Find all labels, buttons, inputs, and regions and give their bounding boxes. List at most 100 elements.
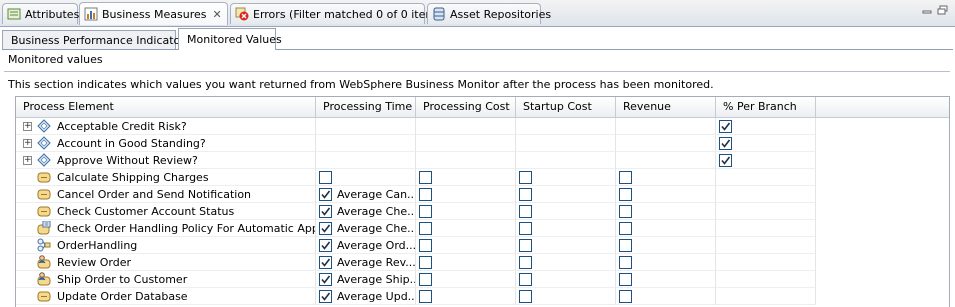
processing-cost-cell xyxy=(416,152,516,169)
per-branch-cell xyxy=(716,152,816,169)
column-header-process-element[interactable]: Process Element xyxy=(16,97,316,117)
per-branch-cell xyxy=(716,186,816,203)
processing-time-checkbox[interactable] xyxy=(319,255,332,269)
startup-cost-checkbox[interactable] xyxy=(519,187,532,201)
startup-cost-checkbox[interactable] xyxy=(519,255,532,269)
revenue-cell xyxy=(616,152,716,169)
section-title: Monitored values xyxy=(8,53,103,66)
close-icon[interactable]: ✕ xyxy=(212,8,221,21)
tab-errors[interactable]: Errors (Filter matched 0 of 0 items) xyxy=(230,3,446,24)
per-branch-checkbox[interactable] xyxy=(719,153,732,167)
table-row[interactable]: + Acceptable Credit Risk? xyxy=(16,118,949,135)
column-header-processing-time[interactable]: Processing Time xyxy=(316,97,416,117)
revenue-cell xyxy=(616,220,716,237)
table-row[interactable]: Review Order Average Rev... xyxy=(16,254,949,271)
revenue-cell xyxy=(616,237,716,254)
minimize-icon[interactable] xyxy=(921,5,933,15)
processing-time-checkbox[interactable] xyxy=(319,238,332,252)
revenue-checkbox[interactable] xyxy=(619,272,632,286)
processing-cost-checkbox[interactable] xyxy=(419,289,432,303)
table-row[interactable]: + Account in Good Standing? xyxy=(16,135,949,152)
processing-time-cell: Average Upd... xyxy=(316,288,416,305)
processing-time-checkbox[interactable] xyxy=(319,170,332,184)
per-branch-checkbox[interactable] xyxy=(719,136,732,150)
table-row[interactable]: + Approve Without Review? xyxy=(16,152,949,169)
tab-asset-repositories[interactable]: Asset Repositories xyxy=(427,3,551,24)
processing-time-checkbox[interactable] xyxy=(319,289,332,303)
process-element-cell: Update Order Database xyxy=(16,288,316,305)
startup-cost-checkbox[interactable] xyxy=(519,289,532,303)
processing-time-checkbox[interactable] xyxy=(319,187,332,201)
tab-attributes[interactable]: Attributes xyxy=(2,3,79,24)
startup-cost-checkbox[interactable] xyxy=(519,204,532,218)
process-element-cell: + Acceptable Credit Risk? xyxy=(16,118,316,135)
processing-time-checkbox[interactable] xyxy=(319,221,332,235)
tab-monitored-values[interactable]: Monitored Values xyxy=(178,28,282,50)
processing-time-cell: Average Rev... xyxy=(316,254,416,271)
process-element-cell: Check Customer Account Status xyxy=(16,203,316,220)
table-row[interactable]: Check Order Handling Policy For Automati… xyxy=(16,220,949,237)
startup-cost-checkbox[interactable] xyxy=(519,170,532,184)
processing-cost-checkbox[interactable] xyxy=(419,187,432,201)
column-header-revenue[interactable]: Revenue xyxy=(616,97,716,117)
revenue-checkbox[interactable] xyxy=(619,170,632,184)
processing-cost-checkbox[interactable] xyxy=(419,272,432,286)
tab-business-performance-indicators[interactable]: Business Performance Indicators xyxy=(2,30,191,49)
decision-icon xyxy=(37,153,51,167)
processing-time-checkbox[interactable] xyxy=(319,272,332,286)
processing-cost-checkbox[interactable] xyxy=(419,255,432,269)
processing-cost-checkbox[interactable] xyxy=(419,221,432,235)
section-description: This section indicates which values you … xyxy=(8,78,714,91)
processing-cost-cell xyxy=(416,118,516,135)
revenue-cell xyxy=(616,203,716,220)
startup-cost-checkbox[interactable] xyxy=(519,272,532,286)
processing-time-cell xyxy=(316,118,416,135)
per-branch-cell xyxy=(716,288,816,305)
revenue-checkbox[interactable] xyxy=(619,221,632,235)
tab-business-measures-label: Business Measures xyxy=(102,7,207,21)
column-header-startup-cost[interactable]: Startup Cost xyxy=(516,97,616,117)
column-header-per-branch[interactable]: % Per Branch xyxy=(716,97,816,117)
expand-icon[interactable]: + xyxy=(23,138,32,148)
revenue-checkbox[interactable] xyxy=(619,187,632,201)
processing-time-checkbox[interactable] xyxy=(319,204,332,218)
table-row[interactable]: Ship Order to Customer Average Ship... xyxy=(16,271,949,288)
table-row[interactable]: Calculate Shipping Charges xyxy=(16,169,949,186)
process-element-name: Ship Order to Customer xyxy=(57,272,188,286)
maximize-icon[interactable] xyxy=(937,5,949,15)
startup-cost-cell xyxy=(516,118,616,135)
per-branch-checkbox[interactable] xyxy=(719,119,732,133)
processing-cost-checkbox[interactable] xyxy=(419,204,432,218)
table-row[interactable]: OrderHandling Average Ord... xyxy=(16,237,949,254)
expand-icon[interactable]: + xyxy=(23,121,32,131)
table-row[interactable]: Cancel Order and Send Notification Averag… xyxy=(16,186,949,203)
process-element-name: OrderHandling xyxy=(57,238,138,252)
per-branch-cell xyxy=(716,169,816,186)
section-divider xyxy=(4,71,950,72)
revenue-checkbox[interactable] xyxy=(619,238,632,252)
processing-cost-cell xyxy=(416,169,516,186)
startup-cost-checkbox[interactable] xyxy=(519,238,532,252)
tab-business-measures[interactable]: Business Measures ✕ xyxy=(79,2,228,25)
task-icon xyxy=(37,289,51,303)
revenue-cell xyxy=(616,135,716,152)
process-element-name: Account in Good Standing? xyxy=(57,136,206,150)
processing-time-cell: Average Ord... xyxy=(316,237,416,254)
processing-cost-checkbox[interactable] xyxy=(419,170,432,184)
processing-time-value: Average Che... xyxy=(337,221,415,235)
table-row[interactable]: Check Customer Account Status Average Che… xyxy=(16,203,949,220)
revenue-checkbox[interactable] xyxy=(619,204,632,218)
revenue-checkbox[interactable] xyxy=(619,289,632,303)
attributes-icon xyxy=(7,7,21,21)
expand-icon[interactable]: + xyxy=(23,155,32,165)
revenue-checkbox[interactable] xyxy=(619,255,632,269)
column-header-processing-cost[interactable]: Processing Cost xyxy=(416,97,516,117)
processing-cost-cell xyxy=(416,220,516,237)
processing-time-cell: Average Can... xyxy=(316,186,416,203)
processing-cost-checkbox[interactable] xyxy=(419,238,432,252)
table-row[interactable]: Update Order Database Average Upd... xyxy=(16,288,949,305)
startup-cost-checkbox[interactable] xyxy=(519,221,532,235)
processing-cost-cell xyxy=(416,254,516,271)
revenue-cell xyxy=(616,271,716,288)
decision-icon xyxy=(37,136,51,150)
